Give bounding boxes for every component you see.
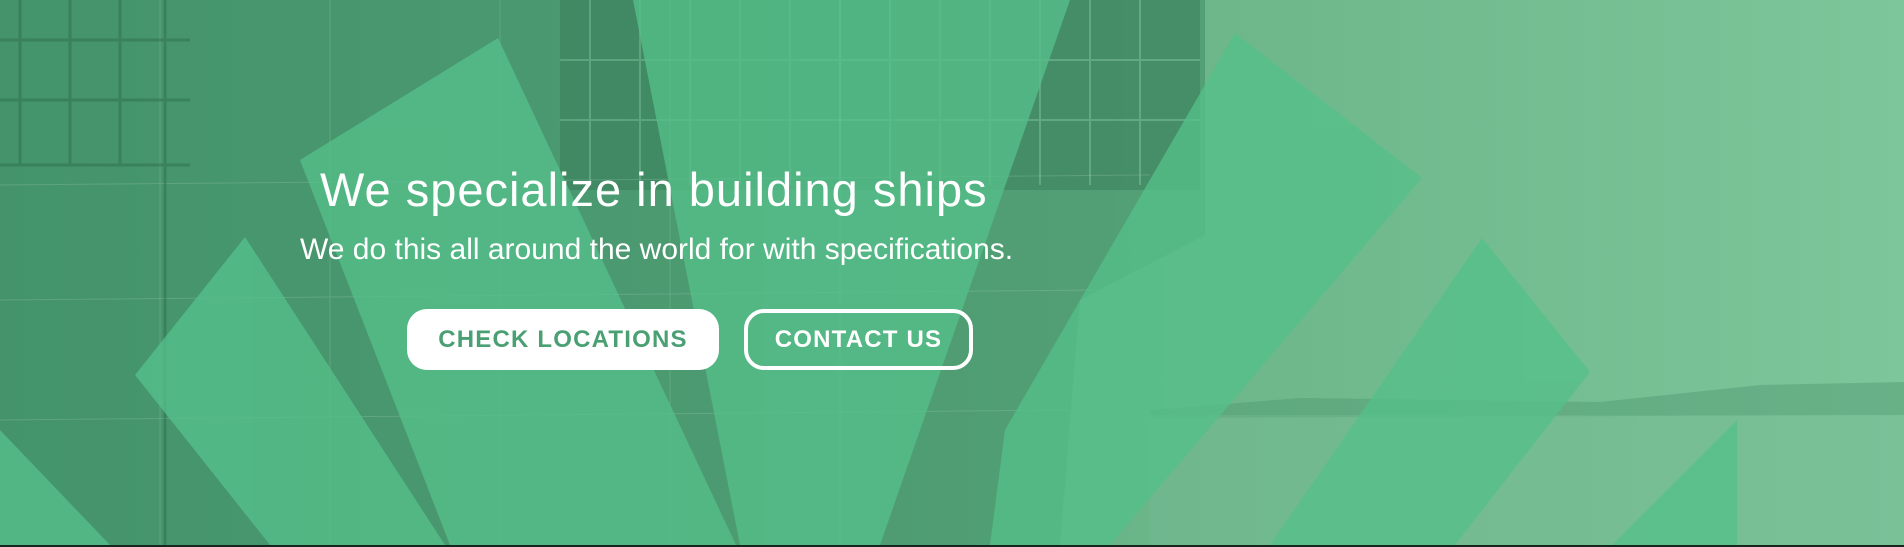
hero-subheadline: We do this all around the world for with… xyxy=(300,233,1014,266)
check-locations-button[interactable]: CHECK LOCATIONS xyxy=(407,309,719,370)
contact-us-button[interactable]: CONTACT US xyxy=(744,309,973,370)
hero-background xyxy=(0,0,1904,545)
hero-headline: We specialize in building ships xyxy=(320,163,988,216)
hero-section: We specialize in building ships We do th… xyxy=(0,0,1904,545)
